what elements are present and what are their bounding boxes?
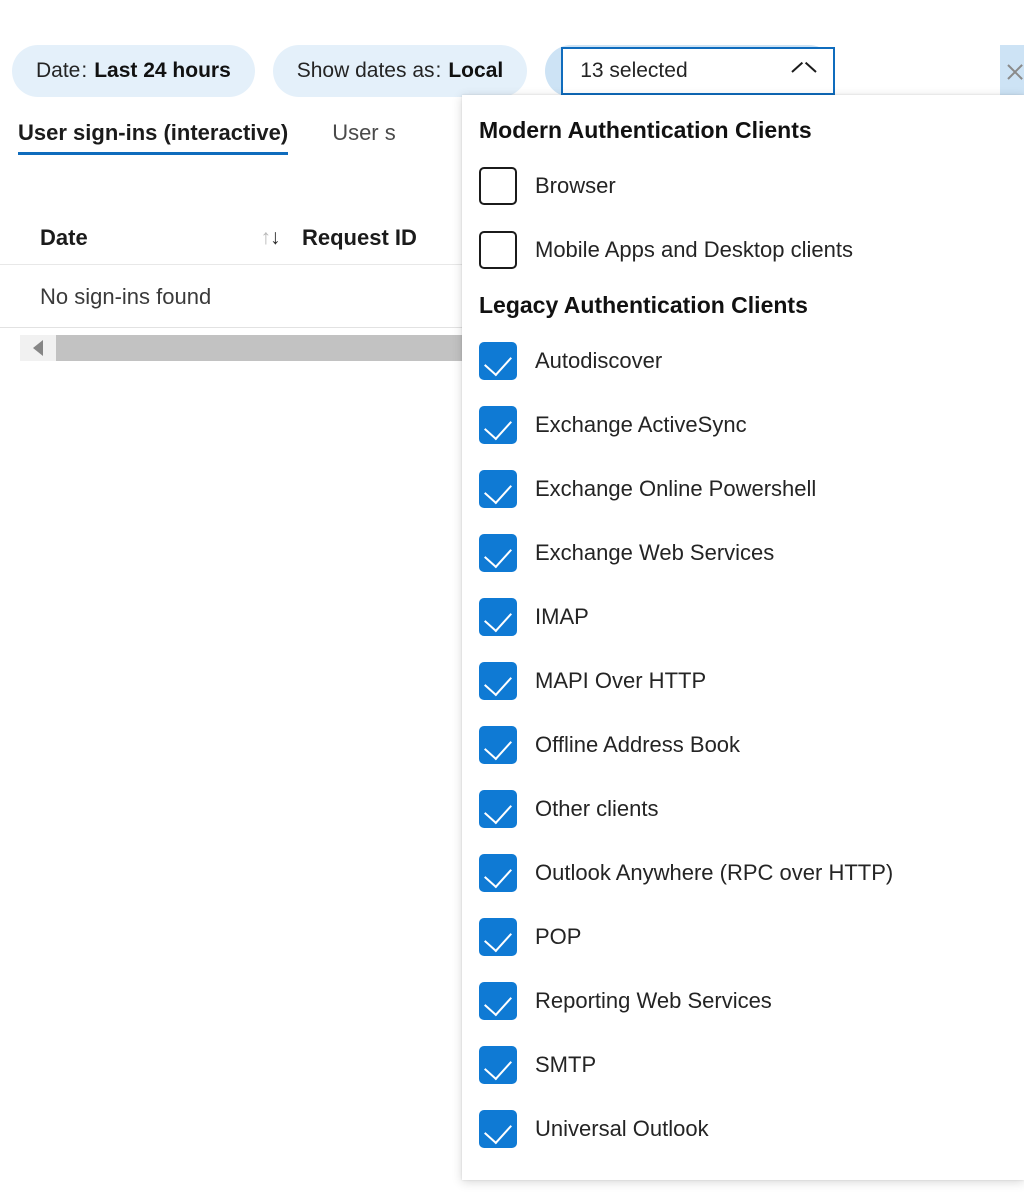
scroll-left-arrow-icon[interactable] (20, 335, 56, 361)
option-offline-address-book[interactable]: Offline Address Book (462, 713, 1024, 777)
option-offline-address-book-label: Offline Address Book (535, 732, 740, 758)
checkbox-checked-icon[interactable] (479, 406, 517, 444)
filter-pill-date-value: Last 24 hours (94, 59, 231, 83)
option-mapi-over-http-label: MAPI Over HTTP (535, 668, 706, 694)
filter-pill-date-key: Date (36, 59, 80, 83)
table-empty-message-text: No sign-ins found (40, 284, 211, 310)
chevron-right-icon[interactable] (1000, 45, 1024, 97)
client-app-dropdown-panel: Modern Authentication Clients Browser Mo… (462, 95, 1024, 1180)
checkbox-checked-icon[interactable] (479, 598, 517, 636)
checkbox-checked-icon[interactable] (479, 534, 517, 572)
option-imap[interactable]: IMAP (462, 585, 1024, 649)
option-mobile-apps-and-desktop-clients[interactable]: Mobile Apps and Desktop clients (462, 218, 1024, 282)
option-exchange-activesync[interactable]: Exchange ActiveSync (462, 393, 1024, 457)
checkbox-checked-icon[interactable] (479, 342, 517, 380)
option-autodiscover-label: Autodiscover (535, 348, 662, 374)
option-autodiscover[interactable]: Autodiscover (462, 329, 1024, 393)
option-other-clients-label: Other clients (535, 796, 659, 822)
option-pop[interactable]: POP (462, 905, 1024, 969)
option-browser-label: Browser (535, 173, 616, 199)
option-universal-outlook-label: Universal Outlook (535, 1116, 709, 1142)
client-app-selected-count: 13 selected (580, 59, 687, 83)
option-mapi-over-http[interactable]: MAPI Over HTTP (462, 649, 1024, 713)
checkbox-checked-icon[interactable] (479, 1046, 517, 1084)
checkbox-checked-icon[interactable] (479, 790, 517, 828)
option-imap-label: IMAP (535, 604, 589, 630)
checkbox-checked-icon[interactable] (479, 854, 517, 892)
option-exchange-activesync-label: Exchange ActiveSync (535, 412, 747, 438)
checkbox-checked-icon[interactable] (479, 1110, 517, 1148)
filter-pill-client-app[interactable]: 13 selected (545, 45, 835, 97)
option-reporting-web-services[interactable]: Reporting Web Services (462, 969, 1024, 1033)
option-exchange-online-powershell[interactable]: Exchange Online Powershell (462, 457, 1024, 521)
option-pop-label: POP (535, 924, 581, 950)
column-header-request-id[interactable]: Request ID (302, 225, 417, 251)
option-browser[interactable]: Browser (462, 154, 1024, 218)
option-smtp-label: SMTP (535, 1052, 596, 1078)
sort-descending-icon: ↓ (270, 226, 280, 250)
checkbox-checked-icon[interactable] (479, 662, 517, 700)
sort-toggle-icon[interactable]: ↑↓ (250, 226, 290, 250)
filter-pill-show-dates-as-separator: : (435, 59, 443, 83)
checkbox-unchecked-icon[interactable] (479, 167, 517, 205)
checkbox-checked-icon[interactable] (479, 726, 517, 764)
checkbox-checked-icon[interactable] (479, 918, 517, 956)
option-exchange-web-services-label: Exchange Web Services (535, 540, 774, 566)
client-app-combobox[interactable]: 13 selected (561, 47, 835, 95)
filter-pill-show-dates-as[interactable]: Show dates as : Local (273, 45, 527, 97)
tab-user-sign-ins-interactive-label: User sign-ins (interactive) (18, 120, 288, 145)
filter-pill-date[interactable]: Date : Last 24 hours (12, 45, 255, 97)
checkbox-checked-icon[interactable] (479, 470, 517, 508)
group-header-legacy-auth: Legacy Authentication Clients (462, 282, 1024, 329)
filter-pill-show-dates-as-value: Local (448, 59, 503, 83)
chevron-up-icon[interactable] (793, 64, 815, 78)
filter-pill-date-separator: : (80, 59, 88, 83)
checkbox-unchecked-icon[interactable] (479, 231, 517, 269)
option-outlook-anywhere[interactable]: Outlook Anywhere (RPC over HTTP) (462, 841, 1024, 905)
option-outlook-anywhere-label: Outlook Anywhere (RPC over HTTP) (535, 860, 893, 886)
tab-user-sign-ins-non-interactive[interactable]: User s (332, 120, 396, 155)
option-smtp[interactable]: SMTP (462, 1033, 1024, 1097)
option-exchange-web-services[interactable]: Exchange Web Services (462, 521, 1024, 585)
column-header-date[interactable]: Date (40, 225, 250, 251)
checkbox-checked-icon[interactable] (479, 982, 517, 1020)
option-other-clients[interactable]: Other clients (462, 777, 1024, 841)
option-reporting-web-services-label: Reporting Web Services (535, 988, 772, 1014)
tab-user-sign-ins-interactive[interactable]: User sign-ins (interactive) (18, 120, 288, 155)
filter-bar: Date : Last 24 hours Show dates as : Loc… (0, 45, 1024, 97)
sign-in-logs-page: Date : Last 24 hours Show dates as : Loc… (0, 0, 1024, 1204)
option-exchange-online-powershell-label: Exchange Online Powershell (535, 476, 816, 502)
tab-user-sign-ins-non-interactive-label: User s (332, 120, 396, 145)
group-header-modern-auth: Modern Authentication Clients (462, 107, 1024, 154)
option-mobile-apps-and-desktop-clients-label: Mobile Apps and Desktop clients (535, 237, 853, 263)
sort-ascending-icon: ↑ (261, 226, 271, 250)
option-universal-outlook[interactable]: Universal Outlook (462, 1097, 1024, 1161)
filter-pill-show-dates-as-key: Show dates as (297, 59, 435, 83)
